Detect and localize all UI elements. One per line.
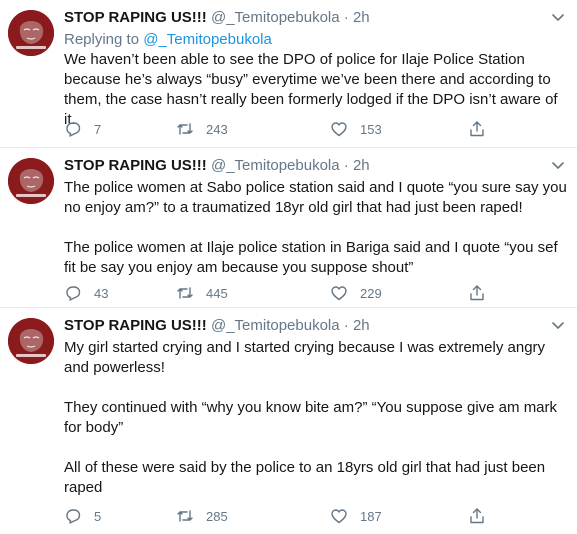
reply-icon <box>66 286 81 301</box>
display-name[interactable]: STOP RAPING US!!! <box>64 9 207 26</box>
user-handle[interactable]: @_Temitopebukola <box>211 317 340 334</box>
tweet[interactable]: STOP RAPING US!!! @_Temitopebukola · 2h … <box>0 148 577 308</box>
reply-count: 43 <box>94 285 109 301</box>
reply-icon <box>66 122 81 137</box>
retweet-icon <box>177 287 193 299</box>
timestamp[interactable]: 2h <box>353 317 370 334</box>
share-icon <box>470 508 484 524</box>
tweet-paragraph: They continued with “why you know bite a… <box>64 399 558 436</box>
replying-to-mention[interactable]: @_Temitopebukola <box>143 31 272 48</box>
retweet-button[interactable]: 445 <box>176 283 228 303</box>
like-button[interactable]: 187 <box>330 506 382 526</box>
share-button[interactable] <box>468 283 498 303</box>
tweet-paragraph: The police women at Ilaje police station… <box>64 239 558 276</box>
retweet-count: 445 <box>206 285 228 301</box>
share-icon <box>470 121 484 137</box>
tweet-actions: 5 285 187 <box>64 506 504 526</box>
reply-count: 7 <box>94 121 102 137</box>
retweet-button[interactable]: 243 <box>176 119 228 139</box>
tweet-paragraph: We haven’t been able to see the DPO of p… <box>64 51 558 128</box>
tweet-actions: 7 243 153 <box>64 119 504 139</box>
tweet-paragraph: My girl started crying and I started cry… <box>64 339 546 376</box>
tweet-paragraph: The police women at Sabo police station … <box>64 179 567 216</box>
tweet-header: STOP RAPING US!!! @_Temitopebukola · 2h <box>64 156 370 176</box>
retweet-icon <box>177 123 193 135</box>
tweet[interactable]: STOP RAPING US!!! @_Temitopebukola · 2h … <box>0 0 577 148</box>
user-handle[interactable]: @_Temitopebukola <box>211 9 340 26</box>
like-count: 187 <box>360 508 382 524</box>
like-button[interactable]: 153 <box>330 119 382 139</box>
separator-dot: · <box>343 9 349 26</box>
share-button[interactable] <box>468 119 498 139</box>
like-count: 229 <box>360 285 382 301</box>
chevron-down-icon[interactable] <box>551 318 565 332</box>
tweet-text: We haven’t been able to see the DPO of p… <box>64 50 569 130</box>
reply-button[interactable]: 7 <box>64 119 101 139</box>
reply-icon <box>66 509 81 524</box>
avatar[interactable] <box>8 158 54 204</box>
retweet-count: 285 <box>206 508 228 524</box>
tweet-text: My girl started crying and I started cry… <box>64 338 569 498</box>
reply-count: 5 <box>94 508 102 524</box>
display-name[interactable]: STOP RAPING US!!! <box>64 157 207 174</box>
avatar[interactable] <box>8 10 54 56</box>
like-icon <box>331 122 347 137</box>
display-name[interactable]: STOP RAPING US!!! <box>64 317 207 334</box>
user-handle[interactable]: @_Temitopebukola <box>211 157 340 174</box>
replying-to: Replying to @_Temitopebukola <box>64 30 272 50</box>
like-count: 153 <box>360 121 382 137</box>
tweet[interactable]: STOP RAPING US!!! @_Temitopebukola · 2h … <box>0 308 577 534</box>
reply-button[interactable]: 43 <box>64 283 108 303</box>
replying-to-label: Replying to <box>64 31 144 48</box>
chevron-down-icon[interactable] <box>551 158 565 172</box>
chevron-down-icon[interactable] <box>551 10 565 24</box>
tweet-header: STOP RAPING US!!! @_Temitopebukola · 2h <box>64 316 370 336</box>
reply-button[interactable]: 5 <box>64 506 101 526</box>
timestamp[interactable]: 2h <box>353 157 370 174</box>
retweet-button[interactable]: 285 <box>176 506 228 526</box>
like-button[interactable]: 229 <box>330 283 382 303</box>
like-icon <box>331 286 347 301</box>
avatar[interactable] <box>8 318 54 364</box>
retweet-icon <box>177 510 193 522</box>
tweet-paragraph: All of these were said by the police to … <box>64 459 546 496</box>
share-icon <box>470 285 484 301</box>
separator-dot: · <box>343 317 349 334</box>
timestamp[interactable]: 2h <box>353 9 370 26</box>
separator-dot: · <box>343 157 349 174</box>
share-button[interactable] <box>468 506 498 526</box>
tweet-actions: 43 445 229 <box>64 283 504 303</box>
like-icon <box>331 509 347 524</box>
tweet-header: STOP RAPING US!!! @_Temitopebukola · 2h <box>64 8 370 28</box>
retweet-count: 243 <box>206 121 228 137</box>
tweet-text: The police women at Sabo police station … <box>64 178 569 278</box>
